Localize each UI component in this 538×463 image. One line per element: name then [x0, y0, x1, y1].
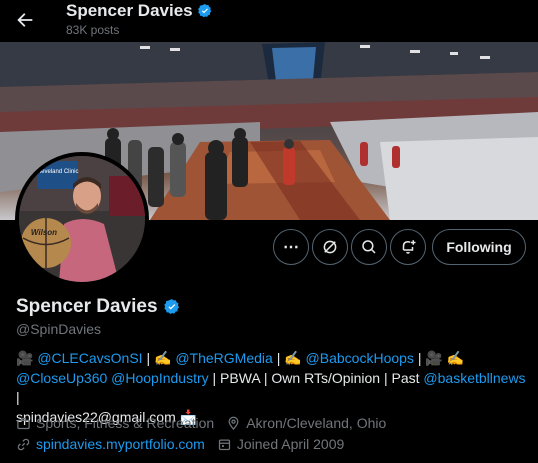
mention-hoopindustry[interactable]: @HoopIndustry — [111, 370, 208, 386]
header-name-text: Spencer Davies — [66, 1, 193, 20]
search-button[interactable] — [351, 229, 387, 265]
briefcase-icon — [17, 417, 30, 429]
location-item: Akron/Cleveland, Ohio — [226, 415, 386, 431]
more-icon: ⋯ — [283, 239, 299, 256]
category-text: Sports, Fitness & Recreation — [36, 415, 215, 431]
calendar-icon — [218, 439, 230, 450]
search-icon — [362, 240, 376, 254]
bell-plus-icon — [402, 240, 416, 254]
mention-closeup360[interactable]: @CloseUp360 — [16, 370, 107, 386]
header-name: Spencer Davies — [66, 1, 213, 21]
profile-handle: @SpinDavies — [16, 321, 102, 337]
following-button[interactable]: Following — [432, 229, 526, 265]
profile-meta-row: Sports, Fitness & Recreation Akron/Cleve… — [16, 415, 398, 431]
verified-badge-icon — [163, 298, 181, 316]
grok-icon — [323, 240, 337, 254]
post-count: 83K posts — [66, 23, 120, 37]
mention-thergmedia[interactable]: @TheRGMedia — [175, 350, 272, 366]
pen-emoji: ✍️ — [446, 350, 465, 366]
back-arrow-icon[interactable] — [14, 9, 36, 31]
profile-avatar[interactable]: Cleveland Clinic Wilson — [15, 152, 149, 286]
avatar-sign-text: Cleveland Clinic — [35, 169, 78, 175]
joined-item: Joined April 2009 — [217, 436, 344, 452]
mention-basketbllnews[interactable]: @basketbllnews — [423, 370, 525, 386]
link-icon — [17, 438, 30, 450]
grok-button[interactable] — [312, 229, 348, 265]
category-item: Sports, Fitness & Recreation — [16, 415, 214, 431]
notify-button[interactable] — [390, 229, 426, 265]
profile-header-bar: Spencer Davies 83K posts — [0, 0, 538, 42]
profile-name: Spencer Davies — [16, 296, 181, 318]
camera-emoji: 🎥 — [16, 350, 34, 366]
website-item[interactable]: spindavies.myportfolio.com — [16, 436, 205, 452]
mention-clecavsonsi[interactable]: @CLECavsOnSI — [37, 350, 142, 366]
website-link[interactable]: spindavies.myportfolio.com — [36, 436, 205, 452]
location-pin-icon — [228, 416, 239, 430]
profile-meta-row: spindavies.myportfolio.com Joined April … — [16, 436, 356, 452]
more-button[interactable]: ⋯ — [273, 229, 309, 265]
location-text: Akron/Cleveland, Ohio — [246, 415, 387, 431]
camera-emoji: 🎥 — [425, 350, 443, 366]
profile-name-text: Spencer Davies — [16, 296, 158, 317]
avatar-ball-text: Wilson — [31, 228, 57, 237]
pen-emoji: ✍️ — [284, 350, 302, 366]
verified-badge-icon — [197, 3, 213, 19]
joined-text: Joined April 2009 — [236, 436, 345, 452]
bio-separator: | — [146, 350, 154, 366]
bio-text: | PBWA | Own RTs/Opinion | Past — [208, 369, 424, 386]
avatar-photo: Cleveland Clinic Wilson — [19, 156, 145, 282]
mention-babcockhoops[interactable]: @BabcockHoops — [306, 350, 414, 366]
bio-separator: | — [16, 389, 20, 405]
pen-emoji: ✍️ — [154, 350, 172, 366]
